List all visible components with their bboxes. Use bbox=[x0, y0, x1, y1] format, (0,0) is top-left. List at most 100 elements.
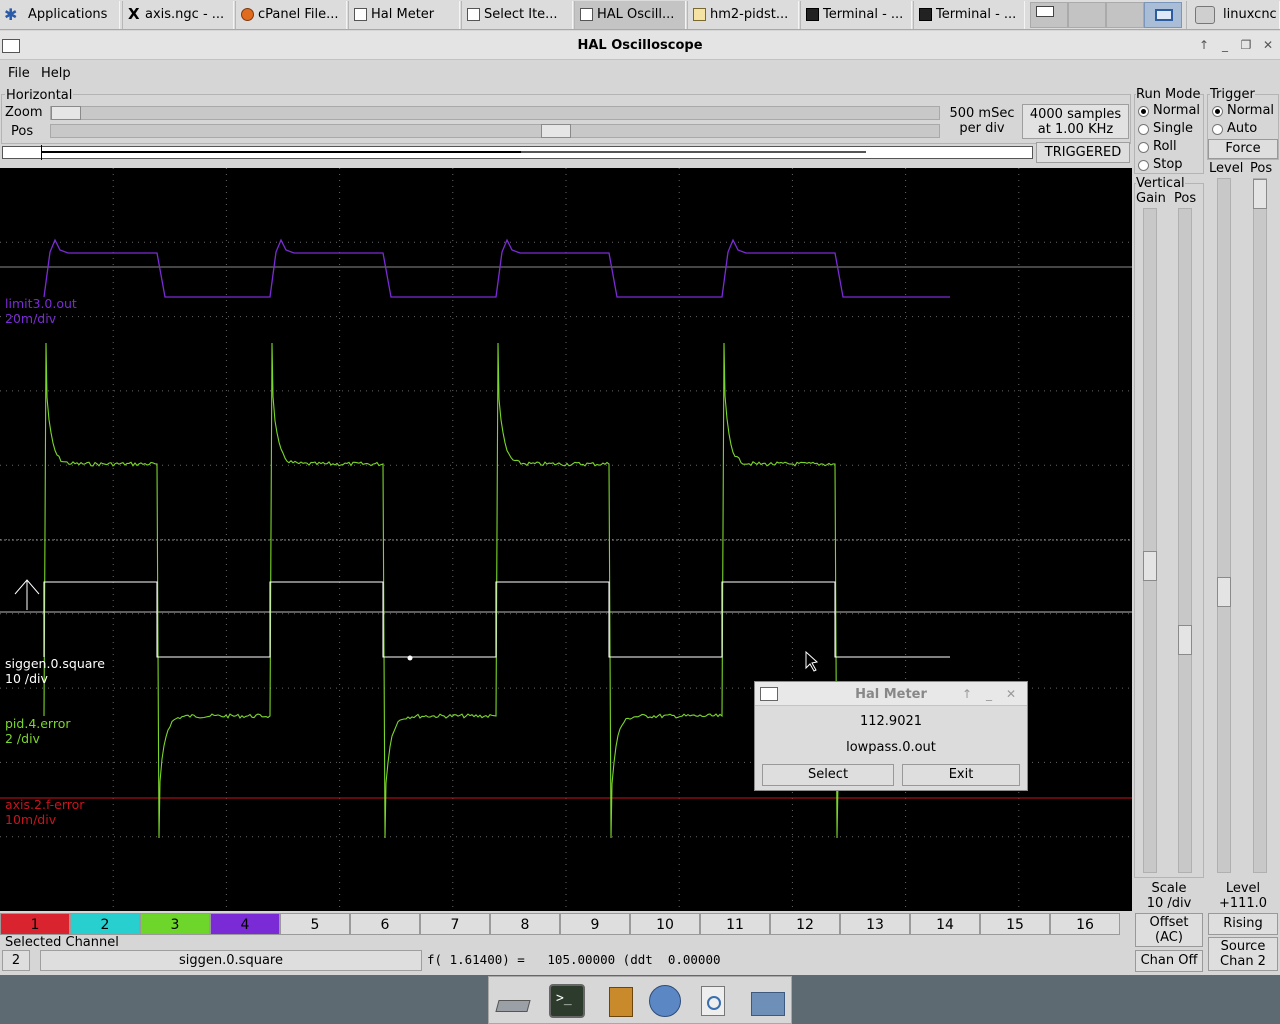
window-titlebar: HAL Oscilloscope ↑ _ ❐ ✕ bbox=[0, 31, 1280, 60]
vertical-pos-label: Pos bbox=[1174, 191, 1197, 206]
horizontal-title: Horizontal bbox=[5, 88, 74, 103]
channel-button-13[interactable]: 13 bbox=[840, 913, 910, 935]
user-plug-icon bbox=[1195, 6, 1215, 24]
selected-channel-title: Selected Channel bbox=[5, 935, 119, 950]
keep-above-icon[interactable]: ↑ bbox=[1196, 37, 1212, 53]
taskbar-item-hm2-pidstep[interactable]: hm2-pidst... bbox=[687, 1, 799, 29]
trigger-pos-slider[interactable] bbox=[1253, 178, 1267, 873]
minimize-icon[interactable]: _ bbox=[981, 686, 997, 702]
channel-button-10[interactable]: 10 bbox=[630, 913, 700, 935]
close-icon[interactable]: ✕ bbox=[1260, 37, 1276, 53]
run-mode-normal[interactable]: Normal bbox=[1138, 103, 1200, 118]
channel-button-8[interactable]: 8 bbox=[490, 913, 560, 935]
run-mode-roll[interactable]: Roll bbox=[1138, 139, 1177, 154]
trigger-edge-button[interactable]: Rising bbox=[1208, 913, 1278, 935]
menu-help[interactable]: Help bbox=[41, 66, 71, 81]
trigger-level-thumb[interactable] bbox=[1217, 577, 1231, 607]
record-overview-bar[interactable] bbox=[2, 145, 1033, 160]
hal-meter-value: 112.9021 bbox=[859, 714, 923, 729]
taskbar-item-terminal-1[interactable]: Terminal - ... bbox=[800, 1, 912, 29]
trigger-level-slider[interactable] bbox=[1217, 178, 1231, 873]
channel-selector: 1 2 3 4 5 6 7 8 9 10 11 12 13 14 15 16 bbox=[0, 913, 1132, 935]
zoom-slider-thumb[interactable] bbox=[51, 106, 81, 120]
pos-slider-thumb[interactable] bbox=[541, 124, 572, 138]
channel-button-5[interactable]: 5 bbox=[280, 913, 350, 935]
taskbar-item-hal-oscilloscope[interactable]: HAL Oscill... bbox=[574, 1, 686, 29]
trace-label-limit3: limit3.0.out 20m/div bbox=[5, 296, 77, 326]
force-button[interactable]: Force bbox=[1208, 139, 1278, 159]
trigger-auto[interactable]: Auto bbox=[1212, 121, 1257, 136]
hal-meter-exit-button[interactable]: Exit bbox=[902, 764, 1020, 786]
workspace-1[interactable] bbox=[1030, 2, 1068, 28]
sample-rate-display: 4000 samples at 1.00 KHz bbox=[1022, 104, 1129, 139]
run-mode-title: Run Mode bbox=[1136, 87, 1201, 102]
maximize-icon[interactable]: ❐ bbox=[1238, 37, 1254, 53]
channel-button-6[interactable]: 6 bbox=[350, 913, 420, 935]
mouse-pointer-icon bbox=[805, 650, 819, 672]
scope-display[interactable]: limit3.0.out 20m/div siggen.0.square 10 … bbox=[0, 168, 1132, 911]
hal-meter-titlebar: Hal Meter ↑ _ ✕ bbox=[755, 682, 1027, 706]
workspace-3[interactable] bbox=[1106, 2, 1144, 28]
chan-off-button[interactable]: Chan Off bbox=[1135, 950, 1203, 972]
trigger-source-button[interactable]: Source Chan 2 bbox=[1208, 937, 1278, 971]
channel-button-2[interactable]: 2 bbox=[70, 913, 140, 935]
channel-button-12[interactable]: 12 bbox=[770, 913, 840, 935]
workspace-4[interactable] bbox=[1144, 2, 1182, 28]
vertical-gain-thumb[interactable] bbox=[1143, 551, 1157, 581]
firefox-icon bbox=[241, 8, 254, 21]
scope-plot bbox=[0, 168, 1132, 911]
window-icon bbox=[467, 8, 480, 21]
channel-button-4[interactable]: 4 bbox=[210, 913, 280, 935]
vertical-gain-slider[interactable] bbox=[1143, 208, 1157, 873]
hal-meter-select-button[interactable]: Select bbox=[762, 764, 894, 786]
trigger-marker-icon bbox=[14, 579, 40, 610]
menu-file[interactable]: File bbox=[8, 66, 30, 81]
search-icon[interactable] bbox=[695, 984, 731, 1018]
taskbar-item-cpanel[interactable]: cPanel File... bbox=[235, 1, 347, 29]
trigger-normal[interactable]: Normal bbox=[1212, 103, 1274, 118]
taskbar-item-axis[interactable]: Xaxis.ngc - ... bbox=[122, 1, 234, 29]
trigger-pos-thumb[interactable] bbox=[1253, 179, 1267, 209]
channel-button-1[interactable]: 1 bbox=[0, 913, 70, 935]
channel-button-16[interactable]: 16 bbox=[1050, 913, 1120, 935]
taskbar-item-terminal-2[interactable]: Terminal - ... bbox=[913, 1, 1025, 29]
trigger-pos-label: Pos bbox=[1250, 161, 1273, 176]
vertical-gain-label: Gain bbox=[1136, 191, 1166, 206]
vertical-pos-slider[interactable] bbox=[1178, 208, 1192, 873]
channel-button-14[interactable]: 14 bbox=[910, 913, 980, 935]
folder-icon[interactable] bbox=[749, 984, 785, 1018]
web-browser-icon[interactable] bbox=[647, 984, 683, 1018]
minimize-icon[interactable]: _ bbox=[1217, 37, 1233, 53]
channel-button-9[interactable]: 9 bbox=[560, 913, 630, 935]
run-mode-stop[interactable]: Stop bbox=[1138, 157, 1183, 172]
files-cabinet-icon[interactable] bbox=[603, 984, 639, 1018]
window-title: HAL Oscilloscope bbox=[577, 38, 703, 53]
channel-button-3[interactable]: 3 bbox=[140, 913, 210, 935]
terminal-icon bbox=[919, 8, 932, 21]
zoom-slider[interactable] bbox=[50, 106, 940, 120]
applications-menu[interactable]: ✱ Applications bbox=[0, 1, 120, 29]
offset-button[interactable]: Offset (AC) bbox=[1135, 913, 1203, 947]
trace-limit3-0-out bbox=[43, 238, 950, 298]
terminal-icon[interactable]: >_ bbox=[549, 984, 585, 1018]
selected-channel-name[interactable]: siggen.0.square bbox=[40, 950, 422, 971]
channel-button-15[interactable]: 15 bbox=[980, 913, 1050, 935]
workspace-2[interactable] bbox=[1068, 2, 1106, 28]
vertical-pos-thumb[interactable] bbox=[1178, 625, 1192, 655]
taskbar-item-hal-meter[interactable]: Hal Meter bbox=[348, 1, 460, 29]
user-menu[interactable]: linuxcnc bbox=[1186, 1, 1280, 29]
hal-meter-window: Hal Meter ↑ _ ✕ 112.9021 lowpass.0.out S… bbox=[754, 681, 1028, 791]
window-icon bbox=[354, 8, 367, 21]
channel-button-7[interactable]: 7 bbox=[420, 913, 490, 935]
close-icon[interactable]: ✕ bbox=[1003, 686, 1019, 702]
cursor-readout: f( 1.61400) = 105.00000 (ddt 0.00000 bbox=[427, 952, 721, 967]
run-mode-single[interactable]: Single bbox=[1138, 121, 1193, 136]
pos-slider[interactable] bbox=[50, 124, 940, 138]
trace-label-siggen: siggen.0.square 10 /div bbox=[5, 656, 105, 686]
terminal-icon bbox=[806, 8, 819, 21]
trigger-status: TRIGGERED bbox=[1036, 142, 1130, 163]
channel-button-11[interactable]: 11 bbox=[700, 913, 770, 935]
keep-above-icon[interactable]: ↑ bbox=[959, 686, 975, 702]
drive-icon[interactable] bbox=[495, 984, 531, 1018]
taskbar-item-select-item[interactable]: Select Ite... bbox=[461, 1, 573, 29]
